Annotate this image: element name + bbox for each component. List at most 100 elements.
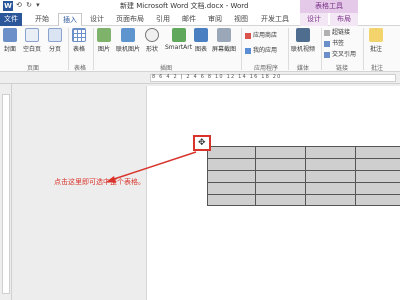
vertical-ruler-track [2, 94, 10, 294]
word-app-icon[interactable]: W [3, 1, 13, 11]
annotation-text: 点击这里即可选中整个表格。 [54, 178, 145, 186]
smartart-icon [171, 28, 186, 42]
new-comment-button[interactable]: 批注 [369, 28, 383, 53]
my-apps-button[interactable]: 我的应用 [245, 45, 277, 54]
chart-icon [194, 28, 208, 42]
ruler-numbers: 8 6 4 2 | 2 4 6 8 10 12 14 16 18 20 [152, 74, 282, 80]
table-row[interactable] [207, 146, 400, 158]
screenshot-button[interactable]: 屏幕截图 [212, 28, 236, 53]
group-divider [321, 28, 322, 70]
hyperlink-icon [324, 29, 330, 36]
tables-group-label: 表格 [74, 65, 87, 72]
tab-insert[interactable]: 插入 [58, 13, 82, 26]
table-label: 表格 [72, 46, 85, 53]
table-tools-context-label: 表格工具 [300, 0, 358, 13]
blank-page-button[interactable]: 空白页 [23, 28, 41, 53]
cover-page-label: 封面 [3, 46, 16, 53]
window-title: 新建 Microsoft Word 文档.docx - Word [120, 2, 249, 10]
quick-access-toolbar[interactable]: ⟲ ↻ ▾ [16, 1, 41, 9]
table-row[interactable] [207, 170, 400, 182]
group-divider [241, 28, 242, 70]
new-comment-label: 批注 [369, 46, 382, 53]
tab-table-layout[interactable]: 布局 [330, 13, 358, 26]
online-picture-label: 联机图片 [116, 46, 141, 53]
table-button[interactable]: 表格 [72, 28, 86, 53]
horizontal-ruler[interactable]: 8 6 4 2 | 2 4 6 8 10 12 14 16 18 20 [0, 72, 400, 84]
tab-mailings[interactable]: 邮件 [178, 13, 200, 26]
move-cross-icon: ✥ [198, 138, 206, 148]
table-column-border [355, 146, 356, 206]
online-video-button[interactable]: 联机视频 [291, 28, 315, 53]
table-row[interactable] [207, 158, 400, 170]
page-break-button[interactable]: 分页 [48, 28, 62, 53]
bookmark-icon [324, 40, 330, 47]
tab-page-layout[interactable]: 页面布局 [112, 13, 148, 26]
picture-label: 图片 [97, 46, 110, 53]
online-video-icon [296, 28, 310, 42]
chart-label: 图表 [194, 46, 207, 53]
my-apps-icon [245, 47, 251, 54]
picture-button[interactable]: 图片 [97, 28, 111, 53]
store-icon [245, 32, 251, 39]
tab-view[interactable]: 视图 [230, 13, 252, 26]
group-divider [363, 28, 364, 70]
bookmark-button[interactable]: 书签 [324, 38, 344, 47]
online-video-label: 联机视频 [291, 46, 316, 53]
office-store-label: 应用商店 [253, 32, 278, 39]
smartart-button[interactable]: SmartArt [165, 28, 192, 51]
shapes-button[interactable]: 形状 [145, 28, 159, 53]
screenshot-label: 屏幕截图 [212, 46, 237, 53]
apps-group-label: 应用程序 [254, 65, 279, 72]
chart-button[interactable]: 图表 [194, 28, 208, 53]
ribbon-insert: 封面 空白页 分页 页面 表格 表格 图片 联机图片 形状 SmartArt 图… [0, 26, 400, 72]
group-divider [93, 28, 94, 70]
picture-icon [97, 28, 111, 42]
tab-home[interactable]: 开始 [30, 13, 54, 26]
cross-reference-icon [324, 51, 330, 58]
ribbon-tab-row: 文件 开始 插入 设计 页面布局 引用 邮件 审阅 视图 开发工具 设计 布局 [0, 13, 400, 26]
hyperlink-label: 超链接 [332, 29, 351, 36]
my-apps-label: 我的应用 [253, 47, 278, 54]
table-row[interactable] [207, 182, 400, 194]
tab-file[interactable]: 文件 [0, 13, 22, 26]
tab-design[interactable]: 设计 [86, 13, 108, 26]
links-group-label: 链接 [336, 65, 349, 72]
illustrations-group-label: 插图 [160, 65, 173, 72]
vertical-ruler[interactable] [0, 84, 12, 300]
group-divider [68, 28, 69, 70]
tab-references[interactable]: 引用 [152, 13, 174, 26]
cover-page-icon [3, 28, 17, 42]
online-picture-button[interactable]: 联机图片 [116, 28, 140, 53]
table-icon [72, 28, 86, 42]
tab-table-design[interactable]: 设计 [300, 13, 328, 26]
blank-page-label: 空白页 [23, 46, 42, 53]
word-table[interactable] [207, 146, 400, 206]
pages-group-label: 页面 [27, 65, 40, 72]
title-bar: W ⟲ ↻ ▾ 新建 Microsoft Word 文档.docx - Word… [0, 0, 400, 13]
table-column-border [305, 146, 306, 206]
comments-group-label: 批注 [371, 65, 384, 72]
shapes-icon [145, 28, 159, 42]
office-store-button[interactable]: 应用商店 [245, 30, 277, 39]
comment-icon [369, 28, 383, 42]
online-picture-icon [121, 28, 135, 42]
table-move-handle[interactable]: ✥ [193, 135, 211, 151]
table-row[interactable] [207, 194, 400, 206]
media-group-label: 媒体 [297, 65, 310, 72]
cover-page-button[interactable]: 封面 [3, 28, 17, 53]
hyperlink-button[interactable]: 超链接 [324, 27, 350, 36]
cross-reference-button[interactable]: 交叉引用 [324, 49, 356, 58]
shapes-label: 形状 [145, 46, 158, 53]
tab-developer[interactable]: 开发工具 [258, 13, 292, 26]
cross-reference-label: 交叉引用 [332, 51, 357, 58]
smartart-label: SmartArt [165, 44, 193, 51]
page-break-icon [48, 28, 62, 42]
table-column-border [255, 146, 256, 206]
table-column-border [207, 146, 208, 206]
blank-page-icon [25, 28, 39, 42]
group-divider [288, 28, 289, 70]
bookmark-label: 书签 [332, 40, 345, 47]
tab-review[interactable]: 审阅 [204, 13, 226, 26]
screenshot-icon [217, 28, 231, 42]
page-break-label: 分页 [48, 46, 61, 53]
